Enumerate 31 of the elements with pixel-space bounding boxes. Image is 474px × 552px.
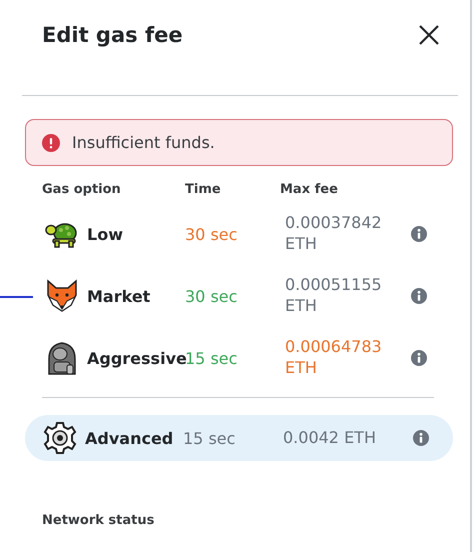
alert-message: Insufficient funds. — [72, 133, 215, 152]
gas-option-row[interactable]: Aggressive15 sec 0.00064783 ETH — [27, 327, 451, 389]
info-icon[interactable] — [411, 226, 427, 242]
time-estimate: 15 sec — [185, 348, 238, 368]
section-heading: Network status — [42, 513, 156, 528]
annotation-line — [0, 296, 33, 298]
max-fee: 0.0042 ETH — [283, 428, 377, 448]
time-estimate: 15 sec — [183, 428, 236, 448]
error-icon — [42, 134, 60, 152]
info-icon[interactable] — [413, 430, 429, 446]
gear-icon — [43, 421, 77, 455]
gas-option-row[interactable]: Low 30 sec 0.00037842 ETH — [27, 203, 451, 265]
max-fee: 0.00037842 ETH — [285, 213, 383, 255]
time-estimate: 30 sec — [185, 286, 238, 306]
gas-option-row[interactable]: Market 30 sec 0.00051155 ETH — [27, 265, 451, 327]
info-icon[interactable] — [411, 350, 427, 366]
option-name: Market — [87, 286, 152, 306]
column-header: Time — [185, 182, 222, 197]
max-fee: 0.00064783 ETH — [285, 337, 383, 379]
info-icon[interactable] — [411, 288, 427, 304]
dialog-title: Edit gas fee — [42, 23, 183, 47]
option-name: Low — [87, 224, 124, 244]
column-header: Gas option — [42, 182, 122, 197]
max-fee: 0.00051155 ETH — [285, 275, 383, 317]
option-name: Advanced — [85, 428, 174, 448]
option-name: Aggressive — [87, 348, 185, 368]
time-estimate: 30 sec — [185, 224, 238, 244]
gas-option-row[interactable]: Advanced 15 sec 0.0042 ETH — [25, 415, 453, 461]
fox-icon — [45, 279, 79, 313]
column-header: Max fee — [280, 182, 339, 197]
close-icon[interactable] — [418, 24, 440, 46]
